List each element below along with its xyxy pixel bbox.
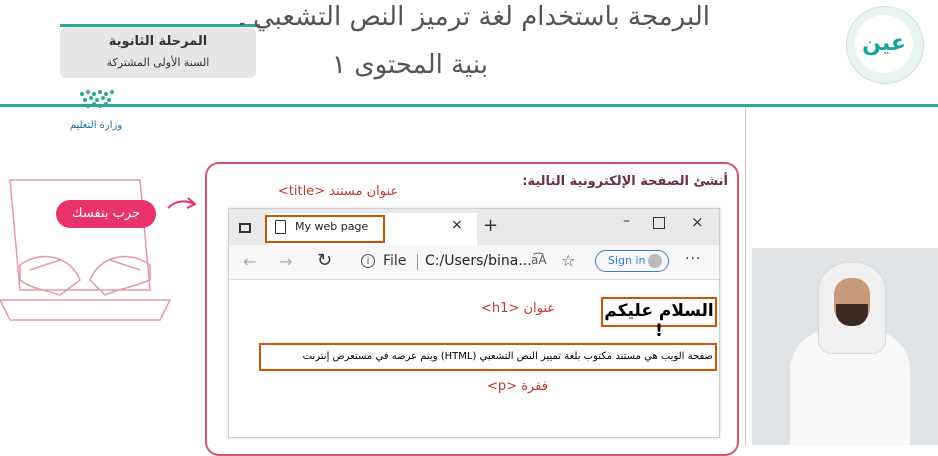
h1-tag-annotation: عنوان <h1> (481, 301, 556, 316)
tab-close-icon[interactable]: × (451, 217, 463, 233)
laptop-hands-illustration (0, 179, 197, 321)
address-bar: ← → ↻ i File C:/Users/bina... a͡A ☆ Sign… (229, 245, 719, 280)
tab-bar: My web page × + – × (229, 209, 719, 245)
lesson-title: البرمجة باستخدام لغة ترميز النص التشعبي … (240, 2, 710, 32)
info-icon[interactable]: i (361, 254, 375, 268)
presenter-divider (745, 107, 746, 445)
tab-title: My web page (295, 220, 369, 233)
reload-icon[interactable]: ↻ (317, 250, 332, 271)
forward-icon[interactable]: → (279, 252, 292, 271)
file-label: File (383, 253, 407, 269)
avatar-icon (648, 254, 662, 268)
ministry-logo: وزارة التعليم (56, 86, 136, 146)
back-icon[interactable]: ← (243, 252, 256, 271)
lesson-subtitle: بنية المحتوى ١ (332, 50, 488, 80)
window-menu-icon[interactable] (239, 223, 251, 233)
stage-accent-line (60, 24, 260, 27)
maximize-icon[interactable] (653, 217, 665, 229)
try-yourself-button[interactable]: جرب بنفسك (56, 200, 156, 228)
exercise-instruction: أنشئ الصفحة الإلكترونية التالية: (522, 174, 728, 189)
page-paragraph: صفحة الويب هي مستند مكتوب بلغة تمييز الن… (302, 351, 713, 362)
ain-logo: عين (846, 6, 924, 84)
minimize-icon[interactable]: – (623, 213, 630, 229)
read-aloud-icon[interactable]: a͡A (531, 253, 547, 267)
page-heading: السلام عليكم ! (604, 301, 714, 341)
p-highlight: صفحة الويب هي مستند مكتوب بلغة تمييز الن… (259, 343, 717, 371)
new-tab-icon[interactable]: + (483, 215, 498, 236)
header-divider (0, 104, 938, 107)
url-field[interactable]: C:/Users/bina... (425, 253, 532, 269)
more-icon[interactable]: ··· (685, 251, 701, 267)
stage-badge: المرحلة الثانوية السنة الأولى المشتركة (60, 28, 256, 78)
address-separator (417, 254, 418, 270)
stage-title: المرحلة الثانوية (108, 34, 208, 49)
ministry-emblem-icon (80, 90, 114, 108)
window-close-icon[interactable]: × (691, 213, 704, 231)
ministry-label: وزارة التعليم (69, 120, 123, 131)
sign-in-label: Sign in (608, 254, 646, 267)
p-tag-annotation: فقرة <p> (487, 379, 548, 394)
document-icon (275, 220, 286, 234)
stage-year: السنة الأولى المشتركة (106, 56, 210, 69)
browser-window: My web page × + – × ← → ↻ i File C:/User… (228, 208, 720, 438)
title-tag-annotation: عنوان مستند <title> (277, 184, 399, 199)
ain-logo-text: عين (855, 15, 913, 73)
sign-in-button[interactable]: Sign in (595, 250, 669, 272)
favorite-icon[interactable]: ☆ (561, 251, 575, 270)
h1-highlight: السلام عليكم ! (601, 297, 717, 341)
